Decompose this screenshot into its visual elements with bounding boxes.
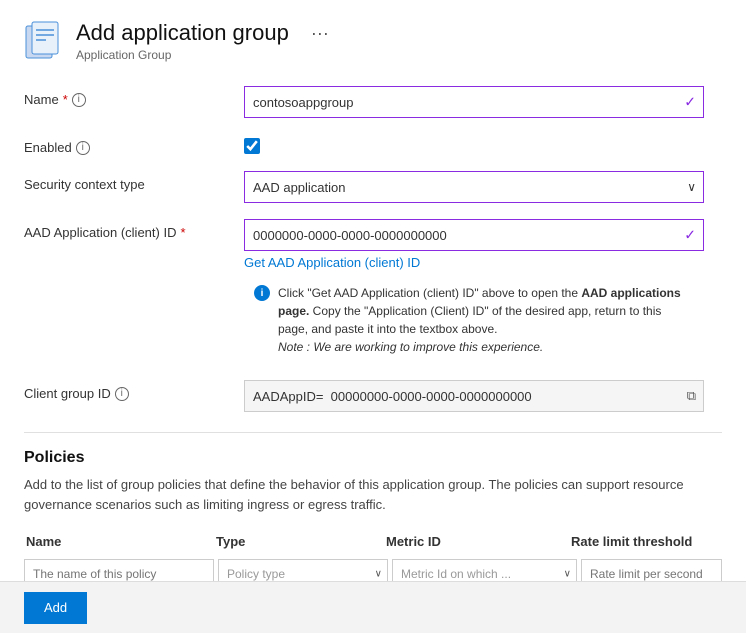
page-container: Add application group ··· Application Gr… xyxy=(0,0,746,609)
policies-description: Add to the list of group policies that d… xyxy=(24,475,722,514)
name-label: Name * i xyxy=(24,86,244,107)
enabled-label: Enabled i xyxy=(24,134,244,155)
app-group-icon xyxy=(24,20,64,60)
enabled-checkbox-wrapper xyxy=(244,134,704,154)
page-header: Add application group ··· Application Gr… xyxy=(24,20,722,62)
client-group-control: ⧉ xyxy=(244,380,704,412)
enabled-checkbox[interactable] xyxy=(244,138,260,154)
client-group-input xyxy=(244,380,704,412)
aad-id-control: ✓ Get AAD Application (client) ID i Clic… xyxy=(244,219,704,364)
enabled-control xyxy=(244,134,704,154)
security-context-select[interactable]: AAD application Other xyxy=(244,171,704,203)
title-block: Add application group ··· Application Gr… xyxy=(76,20,333,62)
enabled-row: Enabled i xyxy=(24,134,722,155)
aad-id-label: AAD Application (client) ID * xyxy=(24,219,244,240)
enabled-info-icon[interactable]: i xyxy=(76,141,90,155)
aad-id-input-wrapper: ✓ xyxy=(244,219,704,251)
info-box-icon: i xyxy=(254,285,270,301)
page-title: Add application group xyxy=(76,20,289,46)
copy-icon[interactable]: ⧉ xyxy=(687,388,696,404)
footer-bar: Add xyxy=(0,581,746,633)
client-group-info-icon[interactable]: i xyxy=(115,387,129,401)
col-metric-header: Metric ID xyxy=(384,530,569,553)
aad-id-row: AAD Application (client) ID * ✓ Get AAD … xyxy=(24,219,722,364)
add-button[interactable]: Add xyxy=(24,592,87,624)
security-context-select-wrapper: AAD application Other ∨ xyxy=(244,171,704,203)
name-check-icon: ✓ xyxy=(684,94,696,111)
aad-link[interactable]: Get AAD Application (client) ID xyxy=(244,255,704,270)
col-rate-header: Rate limit threshold xyxy=(569,530,722,553)
form-section: Name * i ✓ Enabled i xyxy=(24,86,722,412)
page-subtitle: Application Group xyxy=(76,48,333,62)
aad-info-box: i Click "Get AAD Application (client) ID… xyxy=(244,276,704,364)
aad-id-input[interactable] xyxy=(244,219,704,251)
client-group-row: Client group ID i ⧉ xyxy=(24,380,722,412)
name-row: Name * i ✓ xyxy=(24,86,722,118)
policies-title: Policies xyxy=(24,449,722,467)
policies-table-header: Name Type Metric ID Rate limit threshold xyxy=(24,530,722,553)
aad-id-check-icon: ✓ xyxy=(684,227,696,244)
info-box-text: Click "Get AAD Application (client) ID" … xyxy=(278,284,694,356)
aad-id-required: * xyxy=(180,225,185,240)
name-info-icon[interactable]: i xyxy=(72,93,86,107)
name-control: ✓ xyxy=(244,86,704,118)
client-group-label: Client group ID i xyxy=(24,380,244,401)
security-context-control: AAD application Other ∨ xyxy=(244,171,704,203)
col-type-header: Type xyxy=(214,530,384,553)
security-context-label: Security context type xyxy=(24,171,244,192)
name-required: * xyxy=(63,92,68,107)
name-input-wrapper: ✓ xyxy=(244,86,704,118)
client-group-input-wrapper: ⧉ xyxy=(244,380,704,412)
ellipsis-button[interactable]: ··· xyxy=(307,23,333,44)
name-input[interactable] xyxy=(244,86,704,118)
policies-section: Policies Add to the list of group polici… xyxy=(24,432,722,589)
col-name-header: Name xyxy=(24,530,214,553)
security-context-row: Security context type AAD application Ot… xyxy=(24,171,722,203)
